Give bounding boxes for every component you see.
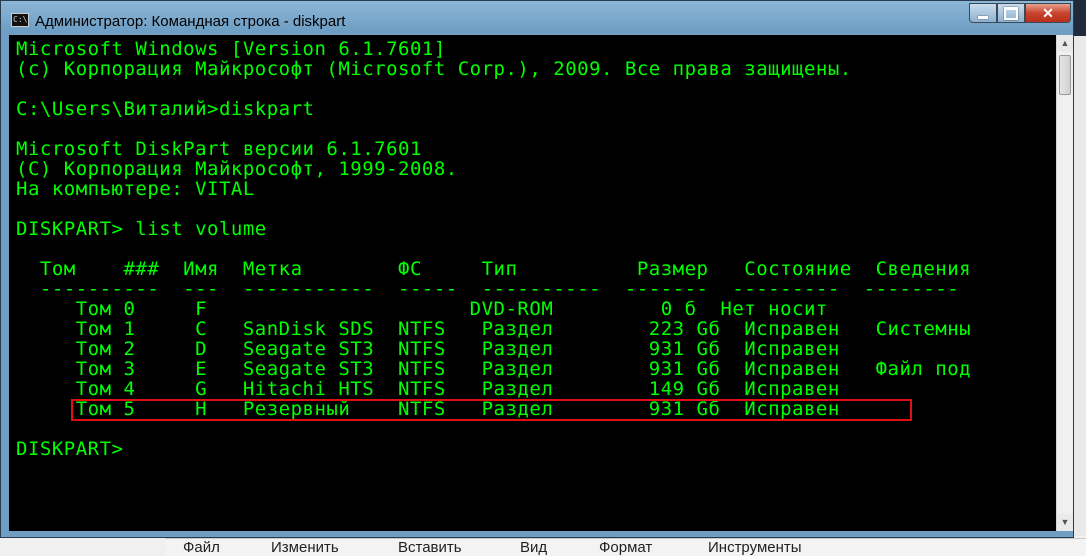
minimize-button[interactable]	[969, 3, 997, 23]
volume-table-separator: ---------- --- ----------- ----- -------…	[16, 278, 960, 300]
console-output[interactable]: Microsoft Windows [Version 6.1.7601] (c)…	[9, 35, 1056, 531]
close-button[interactable]: ✕	[1025, 3, 1071, 23]
console-line: На компьютере: VITAL	[16, 178, 255, 200]
highlight-box	[71, 399, 912, 421]
console-line: C:\Users\Виталий>diskpart	[16, 98, 315, 120]
maximize-icon	[1004, 6, 1018, 20]
console-line: DISKPART> list volume	[16, 218, 267, 240]
maximize-button[interactable]	[997, 3, 1025, 23]
console-line: (C) Корпорация Майкрософт, 1999-2008.	[16, 158, 458, 180]
console-line: (c) Корпорация Майкрософт (Microsoft Cor…	[16, 58, 852, 80]
volume-row: Том 4 G Hitachi HTS NTFS Раздел 149 Gб И…	[16, 378, 840, 400]
console-line: Microsoft DiskPart версии 6.1.7601	[16, 138, 422, 160]
caption-buttons: ✕	[969, 3, 1071, 29]
background-window-edge	[1072, 36, 1086, 536]
background-menubar: Файл Изменить Вставить Вид Формат Инстру…	[165, 538, 1086, 556]
volume-row: Том 2 D Seagate ST3 NTFS Раздел 931 Gб И…	[16, 338, 840, 360]
bg-menu-edit[interactable]: Изменить	[271, 539, 339, 556]
minimize-icon	[978, 15, 988, 19]
close-icon: ✕	[1042, 4, 1054, 21]
bg-menu-format[interactable]: Формат	[599, 539, 652, 556]
bg-menu-file[interactable]: Файл	[183, 539, 220, 556]
volume-row: Том 3 E Seagate ST3 NTFS Раздел 931 Gб И…	[16, 358, 972, 380]
diskpart-prompt[interactable]: DISKPART>	[16, 439, 123, 459]
window-title: Администратор: Командная строка - diskpa…	[35, 13, 346, 30]
scroll-down-icon[interactable]: ▼	[1057, 514, 1073, 531]
scroll-up-icon[interactable]: ▲	[1057, 35, 1073, 52]
cmd-icon[interactable]: C:\	[11, 13, 29, 27]
title-bar[interactable]: C:\ Администратор: Командная строка - di…	[1, 1, 1073, 35]
cmd-window[interactable]: C:\ Администратор: Командная строка - di…	[0, 0, 1074, 538]
volume-row: Том 1 C SanDisk SDS NTFS Раздел 223 Gб И…	[16, 318, 972, 340]
console-line: Microsoft Windows [Version 6.1.7601]	[16, 38, 446, 60]
volume-table-header: Том ### Имя Метка ФС Тип Размер Состояни…	[16, 258, 972, 280]
volume-row: Том 0 F DVD-ROM 0 б Нет носит	[16, 298, 828, 320]
bg-menu-view[interactable]: Вид	[520, 539, 547, 556]
vertical-scrollbar[interactable]: ▲ ▼	[1056, 35, 1073, 531]
bg-menu-tools[interactable]: Инструменты	[708, 539, 802, 556]
bg-menu-insert[interactable]: Вставить	[398, 539, 462, 556]
scroll-thumb[interactable]	[1059, 55, 1071, 95]
